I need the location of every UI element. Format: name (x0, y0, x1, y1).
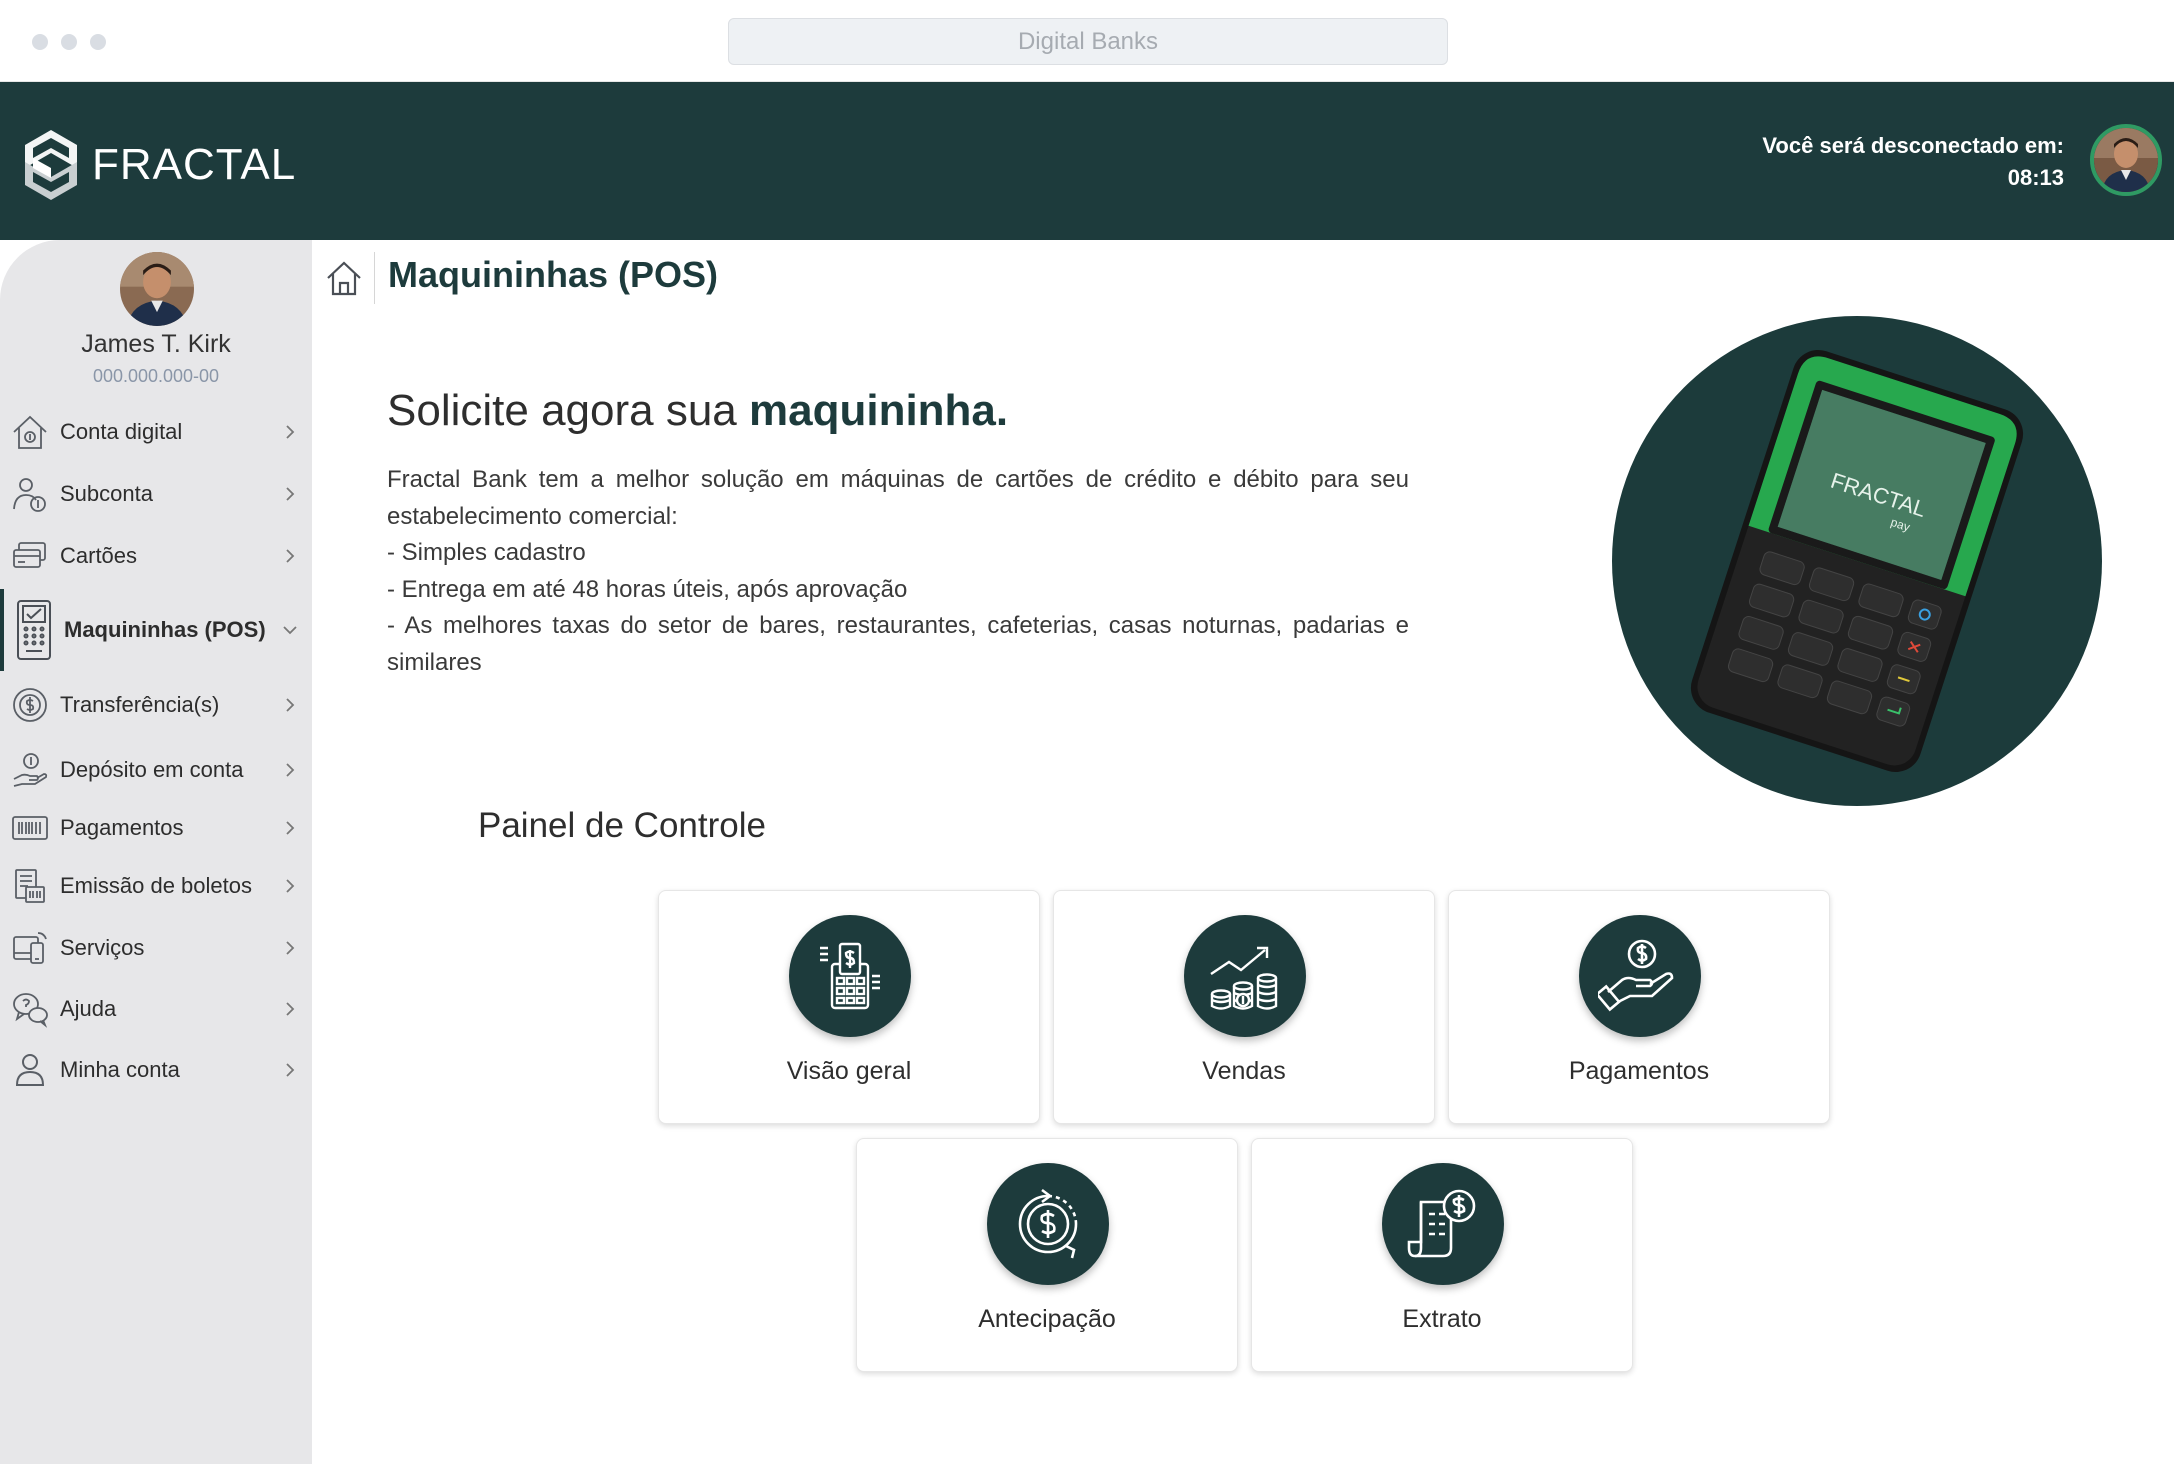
hand-dollar-icon (1579, 915, 1701, 1037)
sidebar-item-label: Conta digital (60, 419, 183, 444)
sidebar-item-maquininhas[interactable]: Maquininhas (POS) (0, 589, 312, 671)
sidebar-item-conta-digital[interactable]: Conta digital (0, 404, 312, 460)
promo-heading-emphasis: maquininha. (749, 386, 1009, 435)
sidebar-item-label: Pagamentos (60, 815, 184, 840)
card-label: Pagamentos (1568, 1057, 1710, 1085)
sidebar-item-cartoes[interactable]: Cartões (0, 528, 312, 584)
card-label: Vendas (1202, 1057, 1286, 1085)
session-timer-value: 08:13 (2007, 165, 2064, 190)
sidebar-item-transferencias[interactable]: Transferência(s) (0, 677, 312, 733)
user-document: 000.000.000-00 (92, 366, 220, 386)
sidebar: James T. Kirk 000.000.000-00 Conta digit… (0, 240, 312, 1464)
sidebar-item-label: Depósito em conta (60, 757, 244, 782)
avatar-image (2094, 128, 2158, 192)
sales-growth-icon (1184, 915, 1306, 1037)
user-coin-icon (10, 474, 50, 514)
chevron-right-icon (286, 879, 295, 893)
fractal-logo-icon (25, 130, 77, 200)
sidebar-item-label: Subconta (60, 481, 153, 506)
card-visao-geral[interactable]: Visão geral (658, 890, 1040, 1124)
chevron-right-icon (286, 941, 295, 955)
chevron-right-icon (286, 487, 295, 501)
pos-terminal-icon (12, 598, 56, 662)
sidebar-item-label: Ajuda (60, 996, 117, 1021)
statement-dollar-icon (1382, 1163, 1504, 1285)
sidebar-item-label: Minha conta (60, 1057, 180, 1082)
promo-description: Fractal Bank tem a melhor solução em máq… (387, 462, 1409, 682)
user-avatar[interactable] (120, 252, 194, 326)
user-icon (10, 1050, 50, 1090)
title-divider (374, 252, 375, 304)
services-phone-icon (10, 928, 50, 968)
sidebar-item-ajuda[interactable]: Ajuda (0, 981, 312, 1037)
browser-chrome: Digital Banks (0, 0, 2174, 82)
address-bar[interactable]: Digital Banks (728, 18, 1448, 65)
chevron-right-icon (286, 698, 295, 712)
address-bar-text: Digital Banks (1017, 27, 1159, 55)
brand-wordmark: FRACTAL (92, 140, 297, 189)
panel-title: Painel de Controle (478, 806, 766, 845)
home-money-icon (10, 412, 50, 452)
promo-bullet: - Entrega em até 48 horas úteis, após ap… (387, 575, 908, 603)
chevron-right-icon (286, 1063, 295, 1077)
session-timer: Você será desconectado em: 08:13 (1762, 130, 2064, 194)
pos-overview-icon (789, 915, 911, 1037)
card-label: Visão geral (786, 1057, 912, 1085)
card-antecipacao[interactable]: Antecipação (856, 1138, 1238, 1372)
sidebar-item-servicos[interactable]: Serviços (0, 920, 312, 976)
promo-bullet: - Simples cadastro (387, 539, 586, 567)
card-pagamentos[interactable]: Pagamentos (1448, 890, 1830, 1124)
pos-device-image: FRACTAL pay (1690, 349, 2024, 773)
sidebar-item-pagamentos[interactable]: Pagamentos (0, 800, 312, 856)
chevron-right-icon (286, 821, 295, 835)
header-avatar[interactable] (2090, 124, 2162, 196)
card-vendas[interactable]: Vendas (1053, 890, 1435, 1124)
window-minimize-dot[interactable] (61, 34, 77, 50)
help-chat-icon (10, 989, 50, 1029)
session-timer-label: Você será desconectado em: (1762, 133, 2064, 158)
home-icon (327, 261, 361, 296)
promo-heading: Solicite agora sua maquininha. (387, 386, 1008, 436)
avatar-image (120, 252, 194, 326)
window-close-dot[interactable] (32, 34, 48, 50)
dollar-cycle-icon (987, 1163, 1109, 1285)
card-label: Antecipação (978, 1305, 1116, 1333)
window-zoom-dot[interactable] (90, 34, 106, 50)
chevron-right-icon (286, 425, 295, 439)
card-label: Extrato (1402, 1305, 1482, 1333)
promo-heading-prefix: Solicite agora sua (387, 386, 749, 435)
user-name: James T. Kirk (81, 330, 231, 358)
sidebar-item-label: Emissão de boletos (60, 873, 252, 898)
sidebar-item-subconta[interactable]: Subconta (0, 466, 312, 522)
card-extrato[interactable]: Extrato (1251, 1138, 1633, 1372)
sidebar-item-deposito[interactable]: Depósito em conta (0, 742, 312, 798)
brand-logo[interactable]: FRACTAL (22, 128, 296, 202)
chevron-right-icon (286, 1002, 295, 1016)
page-title: Maquininhas (POS) (388, 254, 719, 295)
barcode-icon (10, 808, 50, 848)
sidebar-item-label: Transferência(s) (60, 692, 220, 717)
active-indicator (0, 589, 4, 671)
sidebar-item-label: Cartões (60, 543, 138, 568)
transfer-coin-icon (10, 685, 50, 725)
chevron-right-icon (286, 763, 295, 777)
sidebar-item-label: Maquininhas (POS) (64, 617, 266, 642)
chevron-down-icon (283, 626, 297, 635)
sidebar-item-boletos[interactable]: Emissão de boletos (0, 858, 312, 914)
deposit-hand-icon (10, 750, 50, 790)
window-controls (32, 34, 106, 50)
sidebar-item-minha-conta[interactable]: Minha conta (0, 1042, 312, 1098)
sidebar-item-label: Serviços (60, 935, 145, 960)
promo-intro: Fractal Bank tem a melhor solução em máq… (387, 466, 1409, 530)
home-button[interactable] (322, 256, 366, 300)
main-shell: James T. Kirk 000.000.000-00 Conta digit… (0, 240, 2174, 1464)
boleto-icon (10, 866, 50, 906)
chevron-right-icon (286, 549, 295, 563)
pos-device-illustration: FRACTAL pay (1612, 316, 2102, 806)
promo-bullet: - As melhores taxas do setor de bares, r… (387, 612, 1409, 676)
cards-icon (10, 536, 50, 576)
